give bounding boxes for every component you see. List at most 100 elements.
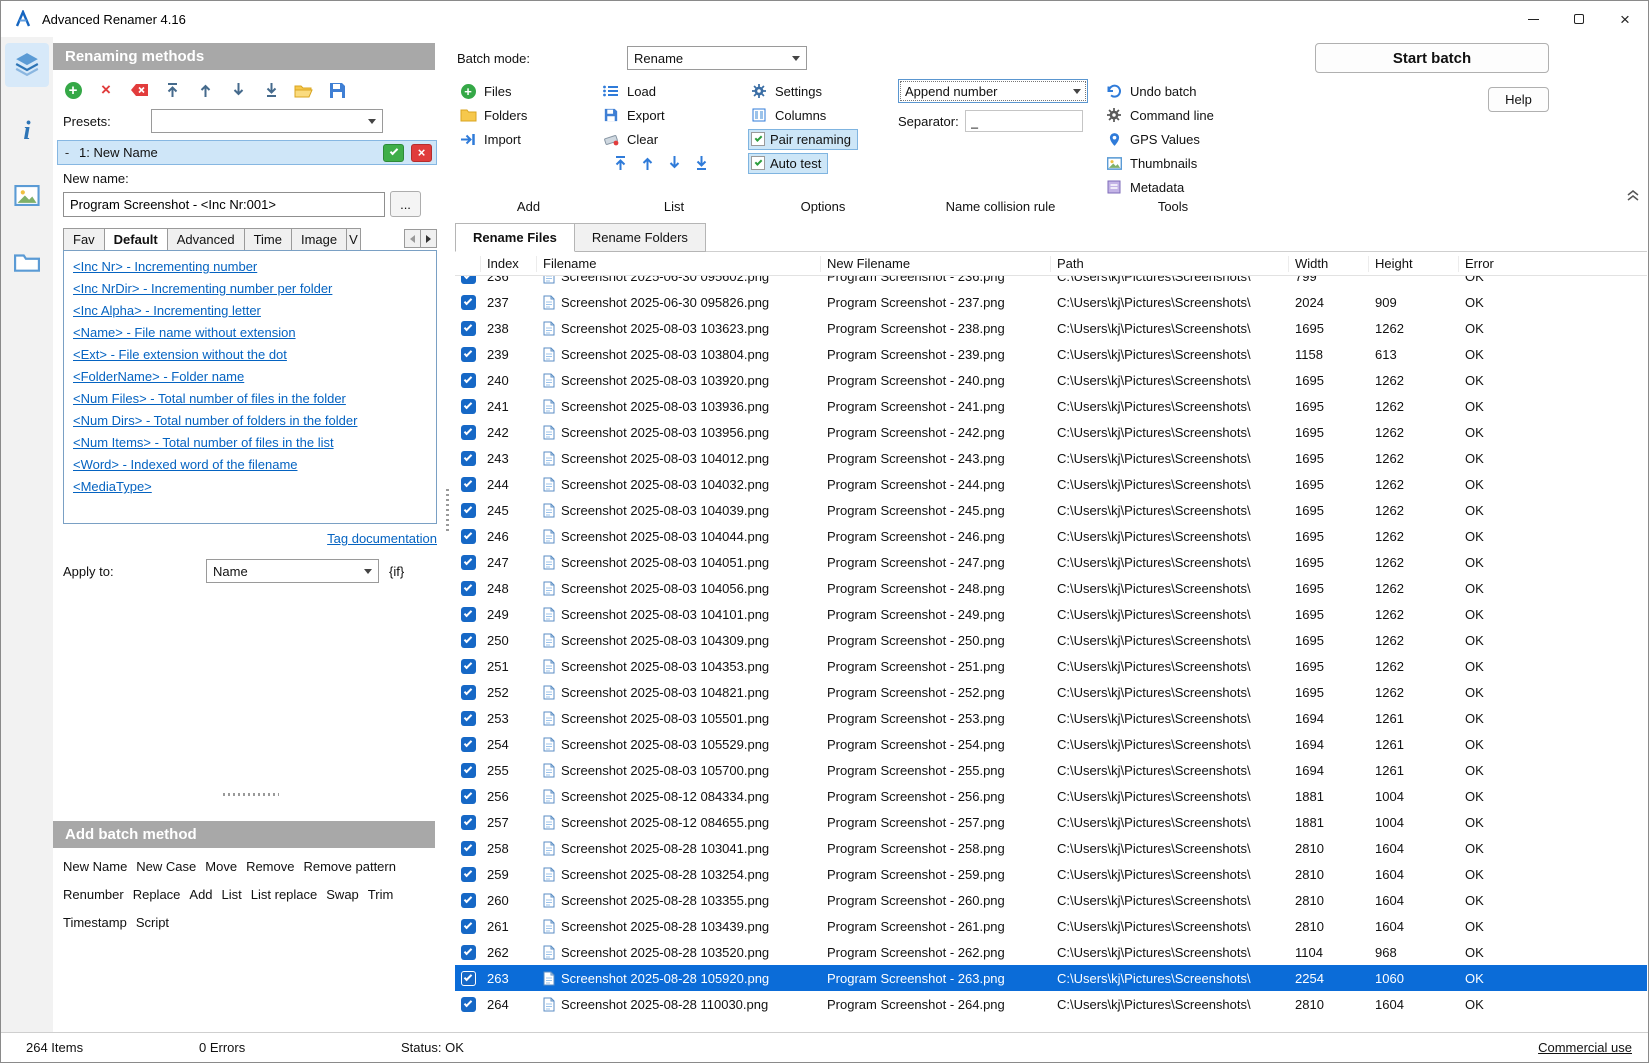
move-file-top-button[interactable] (614, 155, 627, 171)
tab-image[interactable]: Image (291, 228, 347, 250)
row-checkbox[interactable] (455, 867, 481, 882)
move-method-top-button[interactable] (162, 80, 182, 100)
table-row[interactable]: 237Screenshot 2025-06-30 095826.pngProgr… (455, 289, 1647, 315)
remove-all-methods-button[interactable] (129, 80, 149, 100)
tag-link[interactable]: <Inc NrDir> - Incrementing number per fo… (73, 278, 332, 300)
minimize-icon[interactable] (1510, 1, 1556, 37)
maximize-icon[interactable] (1556, 1, 1602, 37)
table-row[interactable]: 239Screenshot 2025-08-03 103804.pngProgr… (455, 341, 1647, 367)
row-checkbox[interactable] (455, 477, 481, 492)
table-row[interactable]: 262Screenshot 2025-08-28 103520.pngProgr… (455, 939, 1647, 965)
new-name-input[interactable] (63, 192, 385, 217)
horizontal-splitter-grip[interactable] (223, 793, 279, 796)
batch-mode-select[interactable]: Rename (627, 46, 807, 70)
add-method-type-button[interactable]: Timestamp (63, 915, 127, 930)
start-batch-button[interactable]: Start batch (1315, 43, 1549, 73)
add-method-type-button[interactable]: Remove pattern (303, 859, 396, 874)
table-row[interactable]: 250Screenshot 2025-08-03 104309.pngProgr… (455, 627, 1647, 653)
browse-button[interactable]: ... (390, 191, 421, 217)
row-checkbox[interactable] (455, 815, 481, 830)
move-file-up-button[interactable] (641, 155, 654, 171)
table-row[interactable]: 249Screenshot 2025-08-03 104101.pngProgr… (455, 601, 1647, 627)
table-row[interactable]: 236Screenshot 2025-06-30 095602.pngProgr… (455, 276, 1647, 289)
command-line-button[interactable]: Command line (1103, 103, 1243, 127)
table-row[interactable]: 254Screenshot 2025-08-03 105529.pngProgr… (455, 731, 1647, 757)
move-method-bottom-button[interactable] (261, 80, 281, 100)
table-row[interactable]: 240Screenshot 2025-08-03 103920.pngProgr… (455, 367, 1647, 393)
sidebar-item-methods[interactable] (5, 43, 49, 87)
row-checkbox[interactable] (455, 503, 481, 518)
tab-scroll-right-icon[interactable] (420, 229, 437, 248)
table-row[interactable]: 246Screenshot 2025-08-03 104044.pngProgr… (455, 523, 1647, 549)
tag-link[interactable]: <MediaType> (73, 476, 152, 498)
table-row[interactable]: 257Screenshot 2025-08-12 084655.pngProgr… (455, 809, 1647, 835)
add-method-type-button[interactable]: Swap (326, 887, 359, 902)
auto-test-toggle[interactable]: Auto test (748, 153, 828, 174)
clear-button[interactable]: Clear (600, 127, 748, 151)
tab-rename-files[interactable]: Rename Files (455, 223, 575, 252)
add-method-type-button[interactable]: New Name (63, 859, 127, 874)
presets-select[interactable] (151, 109, 383, 133)
tag-link[interactable]: <Inc Alpha> - Incrementing letter (73, 300, 261, 322)
table-row[interactable]: 245Screenshot 2025-08-03 104039.pngProgr… (455, 497, 1647, 523)
add-method-type-button[interactable]: Remove (246, 859, 294, 874)
row-checkbox[interactable] (455, 919, 481, 934)
row-checkbox[interactable] (455, 737, 481, 752)
row-checkbox[interactable] (455, 685, 481, 700)
table-row[interactable]: 256Screenshot 2025-08-12 084334.pngProgr… (455, 783, 1647, 809)
save-preset-button[interactable] (327, 80, 347, 100)
add-method-type-button[interactable]: Renumber (63, 887, 124, 902)
open-preset-button[interactable] (294, 80, 314, 100)
header-filename[interactable]: Filename (537, 256, 821, 272)
settings-button[interactable]: Settings (748, 79, 898, 103)
header-new-filename[interactable]: New Filename (821, 256, 1051, 272)
table-row[interactable]: 255Screenshot 2025-08-03 105700.pngProgr… (455, 757, 1647, 783)
header-width[interactable]: Width (1289, 256, 1369, 272)
table-row[interactable]: 263Screenshot 2025-08-28 105920.pngProgr… (455, 965, 1647, 991)
tag-link[interactable]: <Num Items> - Total number of files in t… (73, 432, 334, 454)
add-method-type-button[interactable]: List replace (251, 887, 317, 902)
add-method-type-button[interactable]: Script (136, 915, 169, 930)
undo-batch-button[interactable]: Undo batch (1103, 79, 1243, 103)
table-row[interactable]: 242Screenshot 2025-08-03 103956.pngProgr… (455, 419, 1647, 445)
tag-link[interactable]: <Name> - File name without extension (73, 322, 296, 344)
row-checkbox[interactable] (455, 893, 481, 908)
pair-renaming-toggle[interactable]: Pair renaming (748, 129, 858, 150)
tab-video-cut[interactable]: V (346, 228, 361, 250)
tag-link[interactable]: <Num Files> - Total number of files in t… (73, 388, 346, 410)
tab-scroll-left-icon[interactable] (404, 229, 421, 248)
row-checkbox[interactable] (455, 633, 481, 648)
separator-input[interactable] (965, 110, 1083, 132)
collapse-toolbar-icon[interactable] (1626, 189, 1640, 205)
row-checkbox[interactable] (455, 529, 481, 544)
table-row[interactable]: 248Screenshot 2025-08-03 104056.pngProgr… (455, 575, 1647, 601)
row-checkbox[interactable] (455, 789, 481, 804)
add-method-type-button[interactable]: Trim (368, 887, 394, 902)
method-delete-button[interactable]: × (411, 144, 432, 162)
tag-link[interactable]: <Inc Nr> - Incrementing number (73, 256, 257, 278)
header-checkbox-cell[interactable] (455, 256, 481, 272)
row-checkbox[interactable] (455, 555, 481, 570)
row-checkbox[interactable] (455, 607, 481, 622)
tab-advanced[interactable]: Advanced (167, 228, 245, 250)
sidebar-item-info[interactable]: i (5, 109, 49, 153)
row-checkbox[interactable] (455, 841, 481, 856)
row-checkbox[interactable] (455, 763, 481, 778)
row-checkbox[interactable] (455, 581, 481, 596)
add-folders-button[interactable]: Folders (457, 103, 600, 127)
add-method-type-button[interactable]: Replace (133, 887, 181, 902)
row-checkbox[interactable] (455, 711, 481, 726)
table-row[interactable]: 244Screenshot 2025-08-03 104032.pngProgr… (455, 471, 1647, 497)
gps-values-button[interactable]: GPS Values (1103, 127, 1243, 151)
help-button[interactable]: Help (1488, 87, 1549, 112)
tag-link[interactable]: <Word> - Indexed word of the filename (73, 454, 298, 476)
tab-fav[interactable]: Fav (63, 228, 105, 250)
table-row[interactable]: 259Screenshot 2025-08-28 103254.pngProgr… (455, 861, 1647, 887)
move-method-down-button[interactable] (228, 80, 248, 100)
row-checkbox[interactable] (455, 276, 481, 284)
table-row[interactable]: 251Screenshot 2025-08-03 104353.pngProgr… (455, 653, 1647, 679)
close-icon[interactable]: × (1602, 1, 1648, 37)
tag-documentation-link[interactable]: Tag documentation (327, 531, 437, 546)
row-checkbox[interactable] (455, 399, 481, 414)
tab-rename-folders[interactable]: Rename Folders (574, 223, 706, 252)
